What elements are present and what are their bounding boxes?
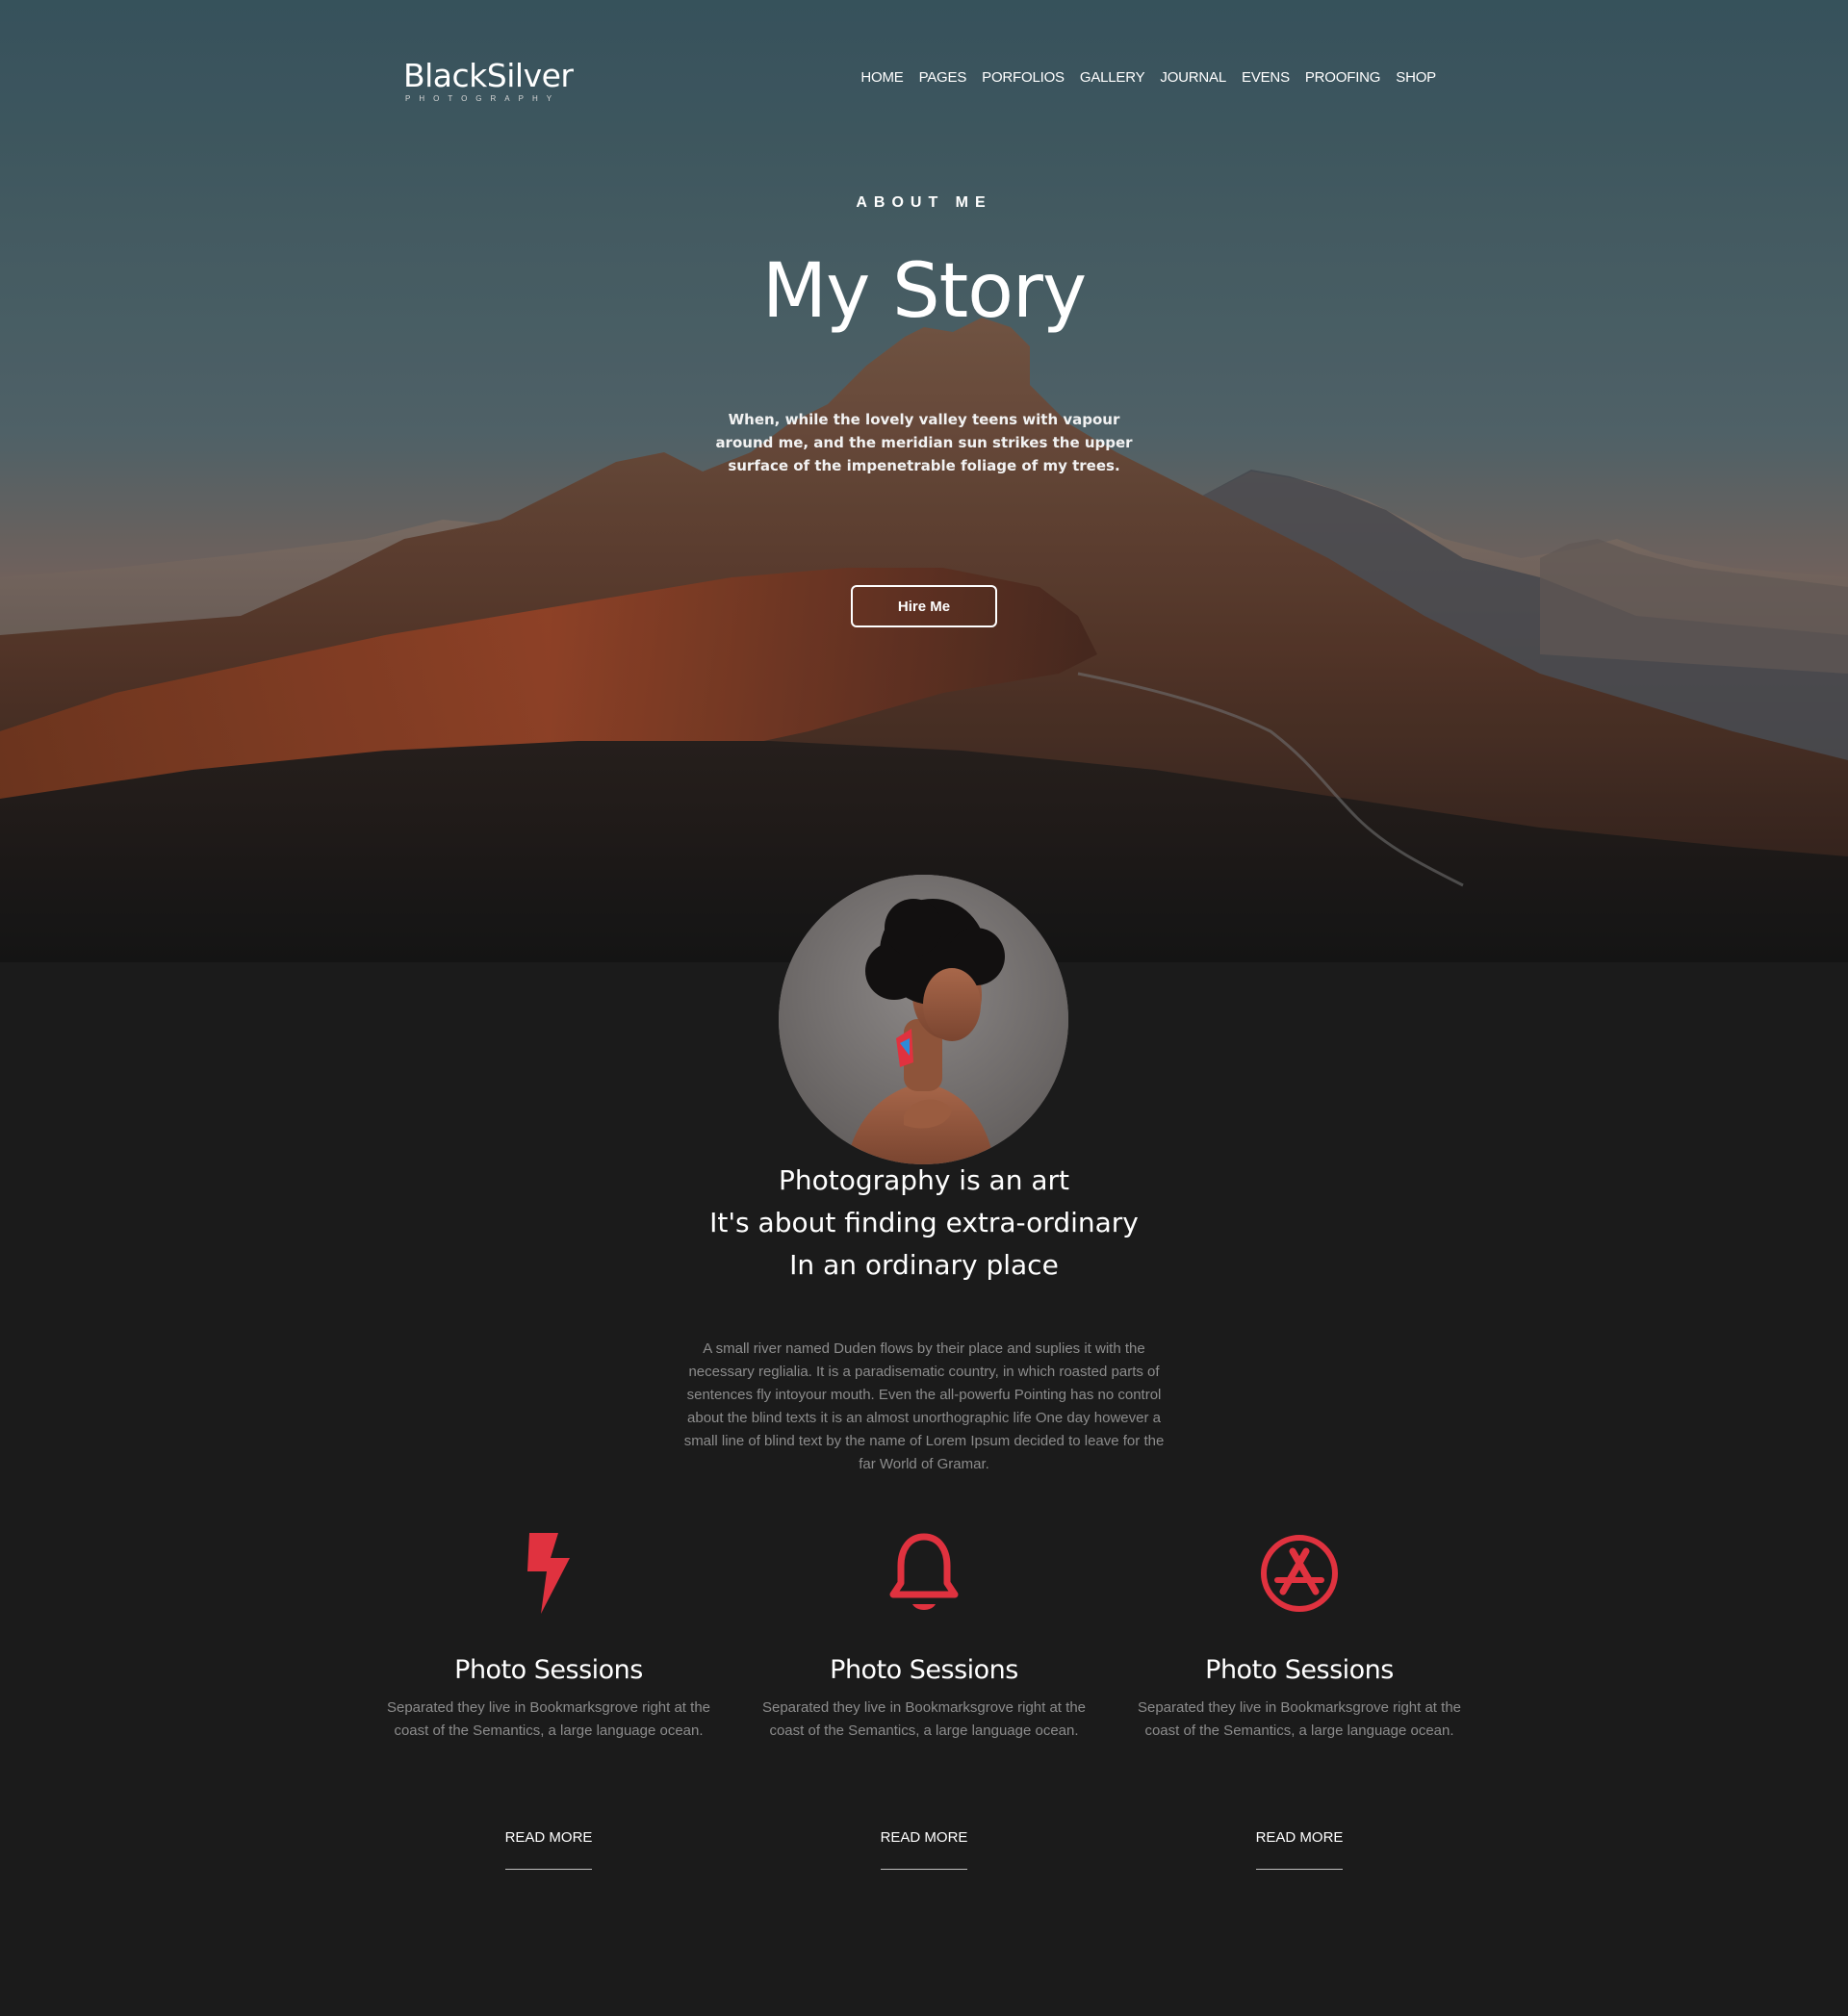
nav-porfolios[interactable]: PORFOLIOS	[982, 69, 1065, 86]
app-store-icon	[1261, 1535, 1338, 1612]
nav-pages[interactable]: PAGES	[919, 69, 967, 86]
tagline-line-2: It's about finding extra-ordinary	[709, 1207, 1139, 1238]
read-more-link[interactable]: READ MORE	[504, 1829, 593, 1870]
service-card-1: Photo Sessions Separated they live in Bo…	[375, 1530, 722, 1870]
main-nav: HOME PAGES PORFOLIOS GALLERY JOURNAL EVE…	[845, 69, 1436, 86]
hero-text: When, while the lovely valley teens with…	[715, 411, 1133, 474]
service-title: Photo Sessions	[454, 1655, 643, 1685]
service-title: Photo Sessions	[1205, 1655, 1394, 1685]
brand-logo[interactable]: BlackSilver PHOTOGRAPHY	[403, 57, 574, 106]
logo-tagline: PHOTOGRAPHY	[405, 94, 561, 103]
tagline-line-3: In an ordinary place	[789, 1249, 1059, 1281]
service-text: Separated they live in Bookmarksgrove ri…	[761, 1699, 1086, 1739]
hero-section: BlackSilver PHOTOGRAPHY HOME PAGES PORFO…	[0, 0, 1848, 962]
nav-shop[interactable]: SHOP	[1396, 69, 1436, 86]
about-text: A small river named Duden flows by their…	[683, 1340, 1165, 1472]
avatar	[779, 875, 1068, 1164]
service-card-3: Photo Sessions Separated they live in Bo…	[1126, 1530, 1473, 1870]
service-card-2: Photo Sessions Separated they live in Bo…	[751, 1530, 1097, 1870]
tagline-line-1: Photography is an art	[778, 1164, 1070, 1196]
profile-tagline: Photography is an art It's about finding…	[0, 1160, 1848, 1287]
service-title: Photo Sessions	[830, 1655, 1018, 1685]
service-text: Separated they live in Bookmarksgrove ri…	[1137, 1699, 1461, 1739]
lightning-icon	[527, 1533, 570, 1614]
nav-home[interactable]: HOME	[860, 69, 903, 86]
nav-evens[interactable]: EVENS	[1242, 69, 1290, 86]
service-text: Separated they live in Bookmarksgrove ri…	[386, 1699, 710, 1739]
hire-me-button[interactable]: Hire Me	[851, 585, 997, 627]
hero-title: My Story	[761, 248, 1087, 335]
nav-gallery[interactable]: GALLERY	[1080, 69, 1145, 86]
nav-proofing[interactable]: PROOFING	[1305, 69, 1381, 86]
hero-eyebrow: ABOUT ME	[856, 194, 992, 211]
read-more-link[interactable]: READ MORE	[880, 1829, 968, 1870]
logo-name: BlackSilver	[403, 57, 574, 94]
mountain-landscape-image	[0, 0, 1848, 962]
read-more-link[interactable]: READ MORE	[1255, 1829, 1344, 1870]
bell-icon	[889, 1533, 959, 1610]
nav-journal[interactable]: JOURNAL	[1160, 69, 1226, 86]
portrait-image	[779, 875, 1068, 1164]
